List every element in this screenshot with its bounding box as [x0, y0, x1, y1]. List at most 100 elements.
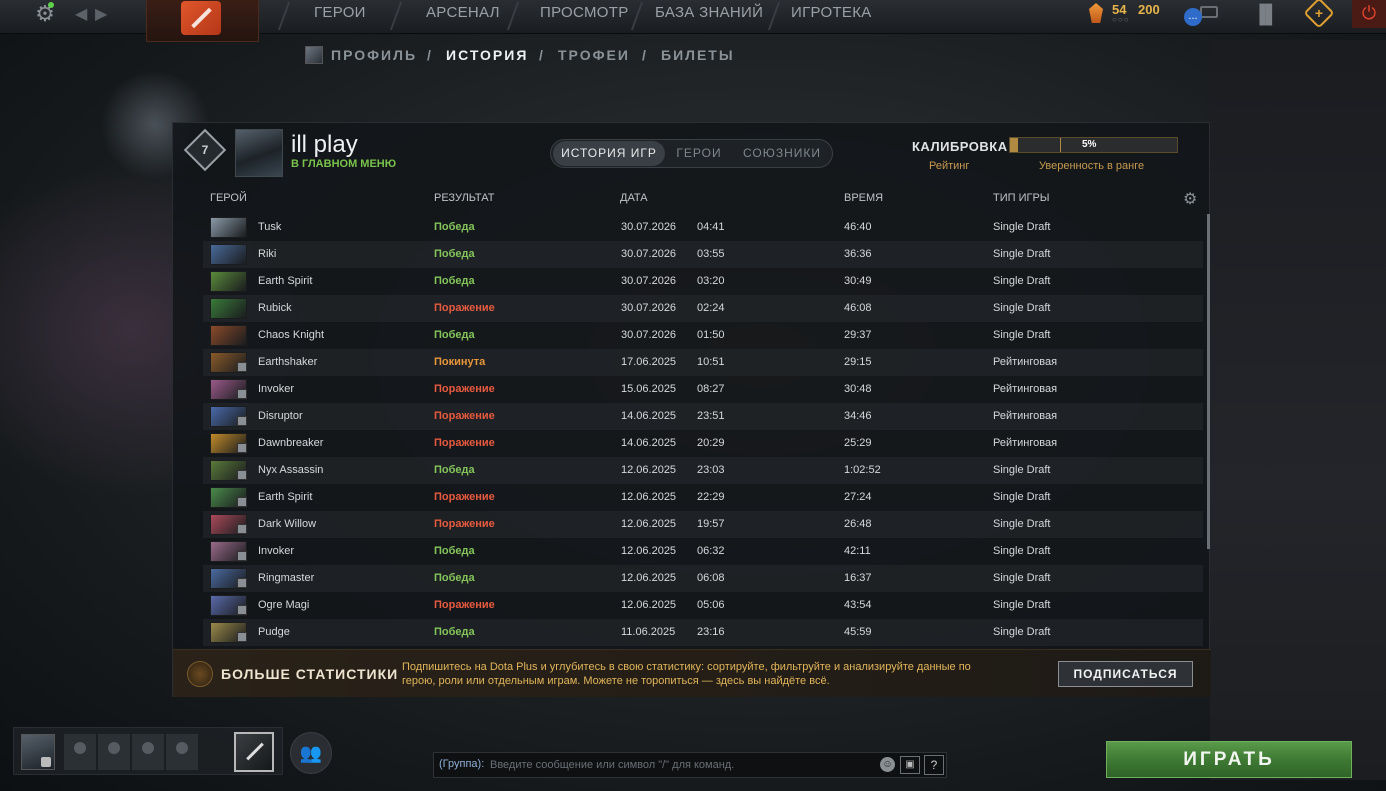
subnav-history[interactable]: ИСТОРИЯ [446, 45, 528, 65]
match-duration: 26:48 [844, 518, 872, 530]
hero-name: Rubick [258, 302, 292, 314]
hero-name: Riki [258, 248, 277, 260]
dota-plus-icon[interactable]: + [1303, 0, 1335, 29]
tab-allies[interactable]: СОЮЗНИКИ [737, 141, 827, 166]
hero-name: Invoker [258, 383, 295, 395]
role-icon [237, 578, 247, 588]
match-row[interactable]: Earth Spirit Победа 30.07.2026 03:20 30:49 Si… [203, 268, 1203, 295]
subnav-trophies[interactable]: ТРОФЕИ [558, 45, 630, 65]
match-row[interactable]: Rubick Поражение 30.07.2026 02:24 46:08 Singl… [203, 295, 1203, 322]
header-hero[interactable]: ГЕРОЙ [210, 192, 247, 204]
match-row[interactable]: Chaos Knight Победа 30.07.2026 01:50 29:37 Si… [203, 322, 1203, 349]
subnav-tickets[interactable]: БИЛЕТЫ [661, 45, 735, 65]
play-button[interactable]: ИГРАТЬ [1106, 741, 1352, 778]
rank-badge[interactable]: 7 [183, 128, 227, 172]
subnav-avatar [305, 46, 323, 64]
party-slot-empty[interactable] [132, 734, 164, 770]
match-row[interactable]: Earthshaker Покинута 17.06.2025 10:51 29:15 Р… [203, 349, 1203, 376]
match-row[interactable]: Dawnbreaker Поражение 14.06.2025 20:29 25:29… [203, 430, 1203, 457]
hero-name: Earthshaker [258, 356, 318, 368]
match-time: 08:27 [697, 383, 725, 395]
match-time: 02:24 [697, 302, 725, 314]
armory-icon[interactable]: ▐▌ [1253, 4, 1279, 25]
hero-name: Invoker [258, 545, 295, 557]
forward-arrow-icon[interactable]: ▶ [95, 4, 111, 24]
image-icon[interactable]: ▣ [900, 756, 920, 774]
hero-portrait [210, 325, 247, 346]
match-date: 12.06.2025 [621, 545, 677, 557]
header-game-mode[interactable]: ТИП ИГРЫ [993, 192, 1050, 204]
match-row[interactable]: Disruptor Поражение 14.06.2025 23:51 34:46 Ре… [203, 403, 1203, 430]
match-duration: 29:15 [844, 356, 872, 368]
match-row[interactable]: Pudge Победа 11.06.2025 23:16 45:59 Single Dr… [203, 619, 1203, 646]
friends-icon[interactable]: 👥 [290, 732, 332, 774]
player-avatar[interactable] [235, 129, 283, 177]
match-result: Покинута [434, 356, 486, 368]
chat-input[interactable] [490, 757, 870, 773]
match-result: Победа [434, 572, 475, 584]
match-time: 06:32 [697, 545, 725, 557]
match-row[interactable]: Riki Победа 30.07.2026 03:55 36:36 Single Dra… [203, 241, 1203, 268]
help-button[interactable]: ? [924, 755, 944, 775]
back-arrow-icon[interactable]: ◀ [75, 4, 91, 24]
mail-icon[interactable] [1200, 6, 1218, 18]
match-row[interactable]: Ringmaster Победа 12.06.2025 06:08 16:37 Sing… [203, 565, 1203, 592]
nav-armory[interactable]: АРСЕНАЛ [426, 0, 500, 28]
match-time: 05:06 [697, 599, 725, 611]
tab-match-history[interactable]: ИСТОРИЯ ИГР [553, 141, 665, 166]
hero-name: Earth Spirit [258, 275, 313, 287]
chat-channel-label[interactable]: (Группа): [439, 758, 484, 770]
guild-icon[interactable] [234, 732, 274, 772]
match-date: 14.06.2025 [621, 410, 677, 422]
match-date: 12.06.2025 [621, 464, 677, 476]
match-date: 12.06.2025 [621, 518, 677, 530]
chat-notification-icon[interactable]: ... [1184, 8, 1202, 26]
game-mode: Single Draft [993, 599, 1051, 611]
subnav-profile[interactable]: ПРОФИЛЬ [331, 45, 417, 65]
progress-tick [1060, 138, 1061, 152]
dashboard-button[interactable] [146, 0, 259, 42]
nav-arcade[interactable]: ИГРОТЕКА [791, 0, 872, 28]
match-result: Победа [434, 626, 475, 638]
subnav-separator: / [642, 47, 648, 63]
hero-name: Tusk [258, 221, 282, 233]
nav-separator [506, 2, 520, 30]
party-slot-empty[interactable] [166, 734, 198, 770]
nav-learn[interactable]: БАЗА ЗНАНИЙ [655, 0, 763, 28]
subscribe-button[interactable]: ПОДПИСАТЬСЯ [1058, 661, 1193, 687]
match-row[interactable]: Invoker Победа 12.06.2025 06:32 42:11 Single … [203, 538, 1203, 565]
match-row[interactable]: Earth Spirit Поражение 12.06.2025 22:29 27:2… [203, 484, 1203, 511]
game-mode: Рейтинговая [993, 410, 1058, 422]
hero-name: Nyx Assassin [258, 464, 324, 476]
match-row[interactable]: Nyx Assassin Победа 12.06.2025 23:03 1:02:52… [203, 457, 1203, 484]
table-settings-gear-icon[interactable]: ⚙ [1183, 189, 1197, 209]
emoji-icon[interactable]: ☺ [880, 757, 895, 772]
game-mode: Single Draft [993, 329, 1051, 341]
party-slot-empty[interactable] [98, 734, 130, 770]
nav-heroes[interactable]: ГЕРОИ [314, 0, 366, 28]
match-row[interactable]: Invoker Поражение 15.06.2025 08:27 30:48 Рейт… [203, 376, 1203, 403]
person-icon [176, 742, 188, 754]
scrollbar[interactable] [1207, 214, 1210, 549]
tab-heroes[interactable]: ГЕРОИ [669, 141, 729, 166]
hero-portrait [210, 298, 247, 319]
match-time: 23:51 [697, 410, 725, 422]
power-icon[interactable]: ⏻ [1352, 0, 1386, 28]
match-row[interactable]: Ogre Magi Поражение 12.06.2025 05:06 43:54 Si… [203, 592, 1203, 619]
header-date[interactable]: ДАТА [620, 192, 648, 204]
match-history-panel: 7 ill play В ГЛАВНОМ МЕНЮ ИСТОРИЯ ИГР ГЕ… [172, 122, 1211, 697]
shards-icon[interactable] [1089, 3, 1103, 23]
match-row[interactable]: Dark Willow Поражение 12.06.2025 19:57 26:48… [203, 511, 1203, 538]
nav-watch[interactable]: ПРОСМОТР [540, 0, 629, 28]
match-row[interactable]: Tusk Победа 30.07.2026 04:41 46:40 Single Dra… [203, 214, 1203, 241]
party-slot-empty[interactable] [64, 734, 96, 770]
history-tabs: ИСТОРИЯ ИГР ГЕРОИ СОЮЗНИКИ [550, 139, 833, 168]
header-duration[interactable]: ВРЕМЯ [844, 192, 883, 204]
header-result[interactable]: РЕЗУЛЬТАТ [434, 192, 494, 204]
match-duration: 36:36 [844, 248, 872, 260]
match-duration: 30:49 [844, 275, 872, 287]
player-name: ill play [291, 131, 358, 158]
match-time: 03:55 [697, 248, 725, 260]
subnav-separator: / [539, 47, 545, 63]
dota-plus-medal-icon [187, 661, 213, 687]
